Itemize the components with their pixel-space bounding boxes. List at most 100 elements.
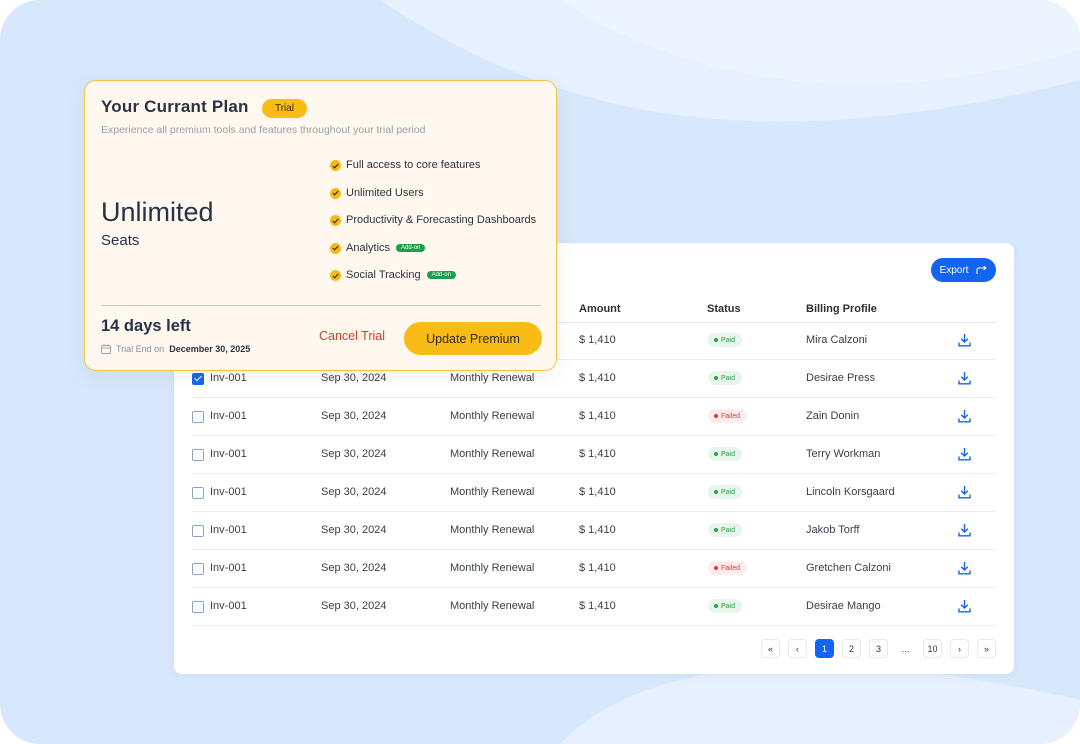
pagination-ellipsis: ... — [901, 643, 910, 654]
download-icon[interactable] — [958, 371, 971, 385]
invoice-type: Monthly Renewal — [450, 524, 535, 536]
feature-text: Productivity & Forecasting Dashboards — [346, 214, 537, 226]
feature-item: Social Tracking Add-on — [330, 269, 536, 297]
seats-label: Seats — [101, 232, 140, 249]
invoice-date: Sep 30, 2024 — [321, 410, 387, 422]
current-plan-card: Your Currant Plan Trial Experience all p… — [84, 80, 557, 371]
page-1-button[interactable]: 1 — [815, 639, 834, 658]
billing-profile: Desirae Press — [806, 372, 876, 384]
row-checkbox[interactable] — [192, 487, 204, 499]
invoice-date: Sep 30, 2024 — [321, 524, 387, 536]
trial-end-prefix: Trial End on — [116, 344, 165, 354]
row-checkbox[interactable] — [192, 373, 204, 385]
billing-profile: Desirae Mango — [806, 600, 881, 612]
invoice-id: Inv-001 — [210, 372, 247, 384]
download-icon[interactable] — [958, 485, 971, 499]
plan-title: Your Currant Plan — [101, 97, 249, 116]
invoice-type: Monthly Renewal — [450, 600, 535, 612]
check-icon — [330, 187, 341, 199]
invoice-type: Monthly Renewal — [450, 410, 535, 422]
invoice-amount: $ 1,410 — [579, 600, 616, 612]
first-page-button[interactable]: « — [761, 639, 780, 658]
status-text: Paid — [721, 450, 736, 458]
feature-text: Unlimited Users — [346, 186, 424, 199]
column-header-billing-profile: Billing Profile — [806, 303, 877, 315]
download-icon[interactable] — [958, 523, 971, 537]
check-icon — [330, 160, 341, 171]
status-text: Paid — [721, 488, 736, 496]
row-checkbox[interactable] — [192, 601, 204, 613]
invoice-amount: $ 1,410 — [579, 562, 616, 574]
billing-profile: Lincoln Korsgaard — [806, 486, 895, 498]
invoice-type: Monthly Renewal — [450, 486, 535, 498]
invoice-id: Inv-001 — [210, 410, 247, 422]
check-icon — [330, 215, 341, 226]
invoice-type: Monthly Renewal — [450, 372, 535, 384]
days-left: 14 days left — [101, 317, 191, 335]
trial-end-info: Trial End on December 30, 2025 — [101, 344, 250, 354]
invoice-amount: $ 1,410 — [579, 334, 616, 346]
invoice-date: Sep 30, 2024 — [321, 372, 387, 384]
status-badge: Paid — [708, 599, 743, 613]
download-icon[interactable] — [958, 333, 971, 347]
status-dot — [714, 490, 718, 494]
export-button[interactable]: Export — [931, 258, 996, 282]
next-page-button[interactable]: › — [950, 639, 969, 658]
invoice-date: Sep 30, 2024 — [321, 448, 387, 460]
feature-item: Analytics Add-on — [330, 242, 536, 270]
status-badge: Paid — [708, 523, 743, 537]
row-checkbox[interactable] — [192, 411, 204, 423]
last-page-button[interactable]: » — [977, 639, 996, 658]
page-last-button[interactable]: 10 — [923, 639, 942, 658]
invoice-date: Sep 30, 2024 — [321, 600, 387, 612]
invoice-id: Inv-001 — [210, 486, 247, 498]
trial-end-date: December 30, 2025 — [169, 344, 251, 354]
divider — [101, 305, 541, 306]
trial-badge: Trial — [262, 99, 307, 118]
table-row: Inv-001 Sep 30, 2024 Monthly Renewal $ 1,41… — [192, 436, 996, 474]
row-checkbox[interactable] — [192, 563, 204, 575]
feature-label: Unlimited Users — [346, 187, 424, 199]
invoice-id: Inv-001 — [210, 562, 247, 574]
invoice-type: Monthly Renewal — [450, 562, 535, 574]
table-row: Inv-001 Sep 30, 2024 Monthly Renewal $ 1,41… — [192, 474, 996, 512]
update-premium-button[interactable]: Update Premium — [404, 322, 542, 355]
table-row: Inv-001 Sep 30, 2024 Monthly Renewal $ 1,41… — [192, 512, 996, 550]
calendar-icon — [101, 344, 111, 354]
invoice-date: Sep 30, 2024 — [321, 562, 387, 574]
status-text: Failed — [721, 412, 741, 420]
invoice-id: Inv-001 — [210, 448, 247, 460]
feature-item: Unlimited Users — [330, 187, 536, 215]
prev-page-button[interactable]: ‹ — [788, 639, 807, 658]
addon-badge: Add-on — [426, 271, 456, 279]
table-row: Inv-001 Sep 30, 2024 Monthly Renewal $ 1,41… — [192, 588, 996, 626]
pagination: « ‹ 1 2 3... 10 › » — [761, 639, 996, 658]
download-icon[interactable] — [958, 409, 971, 423]
feature-label: Social Tracking Add-on — [346, 269, 456, 281]
table-row: Inv-001 Sep 30, 2024 Monthly Renewal $ 1,41… — [192, 550, 996, 588]
page-2-button[interactable]: 2 — [842, 639, 861, 658]
row-checkbox[interactable] — [192, 449, 204, 461]
feature-label: Analytics Add-on — [346, 241, 426, 254]
download-icon[interactable] — [958, 599, 971, 613]
status-dot — [714, 528, 718, 532]
status-text: Paid — [721, 374, 736, 382]
feature-text: Full access to core features — [346, 159, 481, 171]
status-dot — [714, 604, 718, 608]
download-icon[interactable] — [958, 561, 971, 575]
status-dot — [714, 566, 718, 570]
export-label: Export — [939, 264, 969, 276]
status-badge: Paid — [708, 371, 743, 385]
cancel-trial-button[interactable]: Cancel Trial — [319, 329, 385, 343]
status-dot — [714, 414, 718, 418]
check-icon — [330, 270, 341, 281]
download-icon[interactable] — [958, 447, 971, 461]
row-checkbox[interactable] — [192, 525, 204, 537]
status-text: Paid — [721, 336, 736, 344]
page-3-button[interactable]: 3 — [869, 639, 888, 658]
feature-text: Analytics — [346, 241, 391, 254]
billing-profile: Jakob Torff — [806, 524, 860, 536]
feature-label: Productivity & Forecasting Dashboards — [346, 214, 536, 226]
status-badge: Failed — [708, 409, 748, 423]
plan-subtitle: Experience all premium tools and feature… — [101, 124, 426, 136]
